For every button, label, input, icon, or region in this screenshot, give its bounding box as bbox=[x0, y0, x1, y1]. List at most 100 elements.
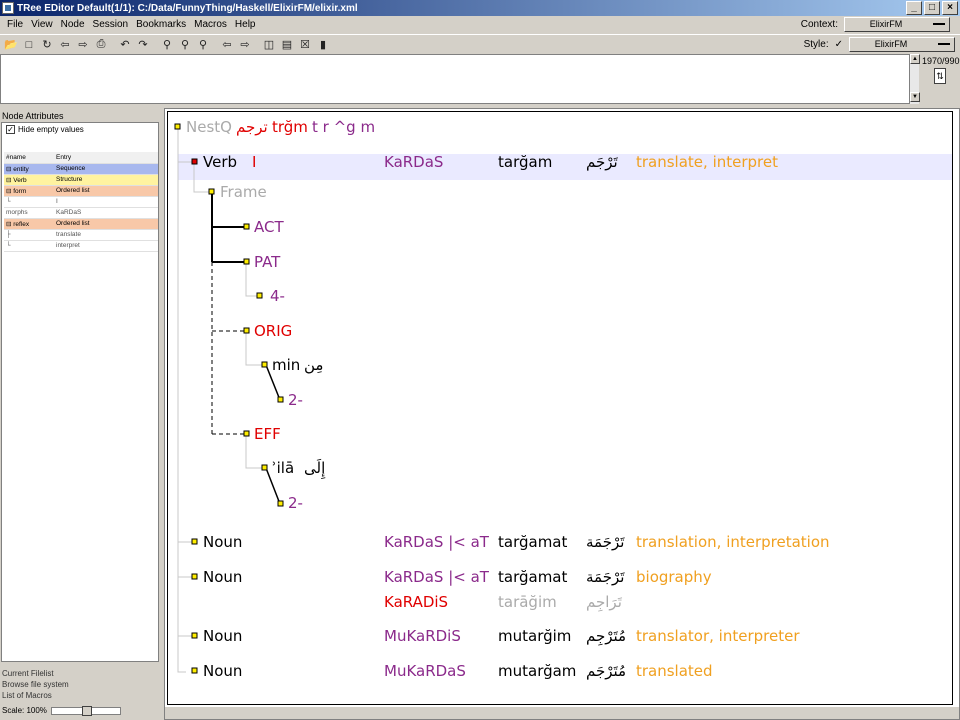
attr-entry: Structure bbox=[54, 174, 158, 186]
close-button[interactable]: × bbox=[942, 1, 958, 15]
tree-view[interactable]: NestQ ترجم trğm t r ^g m Verb I KaRDaS t… bbox=[164, 108, 960, 720]
orig-index[interactable]: 2- bbox=[288, 391, 303, 409]
table-row[interactable]: ⊟ form Ordered list bbox=[4, 185, 158, 197]
root-label[interactable]: NestQ bbox=[186, 118, 232, 136]
noun-gloss: translation, interpretation bbox=[636, 533, 830, 551]
table-row[interactable]: ⊟ Verb Structure bbox=[4, 174, 158, 186]
panel-title: Node Attributes bbox=[2, 111, 64, 121]
close-view-icon[interactable]: ☒ bbox=[296, 36, 314, 54]
orig-label[interactable]: ORIG bbox=[254, 322, 292, 340]
style-value: ElixirFM bbox=[874, 38, 908, 49]
text-scrollbar[interactable]: ▲ ▼ bbox=[909, 54, 920, 104]
menu-session[interactable]: Session bbox=[89, 19, 133, 30]
act-label[interactable]: ACT bbox=[254, 218, 284, 236]
min-arabic: مِن bbox=[304, 356, 324, 374]
attr-name: ├ bbox=[4, 229, 54, 241]
noun-pattern: MuKaRDaS bbox=[384, 662, 466, 680]
scroll-down-icon[interactable]: ▼ bbox=[910, 92, 920, 102]
min-latin[interactable]: min bbox=[272, 356, 300, 374]
frame-label[interactable]: Frame bbox=[220, 183, 267, 201]
split-horizontal-icon[interactable]: ▤ bbox=[278, 36, 296, 54]
attr-entry: I bbox=[54, 196, 158, 208]
noun-label[interactable]: Noun bbox=[203, 627, 242, 645]
horizontal-scrollbar[interactable] bbox=[165, 707, 959, 719]
prev-tree-icon[interactable]: ⇦ bbox=[218, 36, 236, 54]
hide-empty-checkbox[interactable]: ✓ Hide empty values bbox=[2, 123, 158, 136]
root-arabic: ترجم bbox=[236, 118, 268, 136]
verb-gloss: translate, interpret bbox=[636, 153, 778, 171]
eff-label[interactable]: EFF bbox=[254, 425, 281, 443]
attr-name: #name bbox=[4, 152, 54, 164]
next-tree-icon[interactable]: ⇨ bbox=[236, 36, 254, 54]
undo-icon[interactable]: ↶ bbox=[116, 36, 134, 54]
attr-name: morphs bbox=[4, 207, 54, 219]
prev-file-icon[interactable]: ⇦ bbox=[56, 36, 74, 54]
attr-entry: translate bbox=[54, 229, 158, 241]
print-icon[interactable]: ⎙ bbox=[92, 36, 110, 54]
noun-label[interactable]: Noun bbox=[203, 568, 242, 586]
style-combo[interactable]: ElixirFM bbox=[849, 36, 955, 52]
minimize-button[interactable]: _ bbox=[906, 1, 922, 15]
verb-label[interactable]: Verb bbox=[203, 153, 237, 171]
panel-links: Current Filelist Browse file system List… bbox=[2, 668, 69, 701]
attr-entry: Entry bbox=[54, 152, 158, 164]
scale-slider[interactable] bbox=[50, 705, 121, 716]
noun-translit: tarğamat bbox=[498, 533, 568, 551]
noun-translit: mutarğam bbox=[498, 662, 577, 680]
ila-latin[interactable]: ʾilā bbox=[272, 459, 294, 477]
style-label: Style: bbox=[803, 38, 829, 50]
menu-help[interactable]: Help bbox=[231, 19, 260, 30]
context-combo[interactable]: ElixirFM bbox=[844, 17, 950, 32]
open-file-icon[interactable]: 📂 bbox=[2, 36, 20, 54]
checkmark-icon[interactable]: ✓ bbox=[835, 39, 843, 50]
current-filelist-link[interactable]: Current Filelist bbox=[2, 668, 69, 679]
browse-file-system-link[interactable]: Browse file system bbox=[2, 679, 69, 690]
table-row[interactable]: └ I bbox=[4, 196, 158, 208]
tree-jump-icon[interactable]: ⇅ bbox=[934, 68, 946, 84]
lock-icon[interactable]: ▮ bbox=[314, 36, 332, 54]
context-label: Context: bbox=[800, 19, 838, 30]
context-value: ElixirFM bbox=[869, 19, 903, 29]
list-of-macros-link[interactable]: List of Macros bbox=[2, 690, 69, 701]
pat-index[interactable]: 4- bbox=[270, 287, 285, 305]
dropdown-icon bbox=[933, 23, 945, 25]
scroll-up-icon[interactable]: ▲ bbox=[910, 54, 920, 64]
checkbox-checked-icon[interactable]: ✓ bbox=[6, 125, 15, 134]
plural-translit: tarāğim bbox=[498, 593, 557, 611]
eff-index[interactable]: 2- bbox=[288, 494, 303, 512]
save-icon[interactable]: □ bbox=[20, 36, 38, 54]
table-row[interactable]: └ interpret bbox=[4, 240, 158, 252]
noun-pattern: KaRDaS |< aT bbox=[384, 568, 489, 586]
redo-icon[interactable]: ↷ bbox=[134, 36, 152, 54]
menu-view[interactable]: View bbox=[27, 19, 57, 30]
pat-label[interactable]: PAT bbox=[254, 253, 280, 271]
context-selector: Context: ElixirFM bbox=[801, 16, 950, 33]
menu-node[interactable]: Node bbox=[57, 19, 89, 30]
slider-thumb[interactable] bbox=[81, 705, 92, 716]
table-row[interactable]: ⊟ entity Sequence bbox=[4, 163, 158, 175]
maximize-button[interactable]: □ bbox=[924, 1, 940, 15]
table-row[interactable]: ⊟ reflex Ordered list bbox=[4, 218, 158, 230]
attr-entry: interpret bbox=[54, 240, 158, 252]
menu-bookmarks[interactable]: Bookmarks bbox=[132, 19, 190, 30]
next-file-icon[interactable]: ⇨ bbox=[74, 36, 92, 54]
table-row[interactable]: ├ translate bbox=[4, 229, 158, 241]
scroll-track[interactable] bbox=[910, 64, 919, 92]
attr-name: ⊟ reflex bbox=[4, 218, 54, 230]
menu-macros[interactable]: Macros bbox=[190, 19, 231, 30]
attr-entry: Ordered list bbox=[54, 185, 158, 197]
noun-label[interactable]: Noun bbox=[203, 533, 242, 551]
search-icon[interactable]: ⚲ bbox=[158, 36, 176, 54]
noun-label[interactable]: Noun bbox=[203, 662, 242, 680]
scale-control: Scale: 100% bbox=[2, 705, 121, 716]
sentence-text-pane[interactable] bbox=[0, 54, 910, 104]
table-row[interactable]: #name Entry bbox=[4, 152, 158, 164]
tree-canvas[interactable]: NestQ ترجم trğm t r ^g m Verb I KaRDaS t… bbox=[167, 111, 953, 705]
noun-gloss: biography bbox=[636, 568, 712, 586]
search-prev-icon[interactable]: ⚲ bbox=[194, 36, 212, 54]
menu-file[interactable]: File bbox=[3, 19, 27, 30]
reload-icon[interactable]: ↻ bbox=[38, 36, 56, 54]
search-next-icon[interactable]: ⚲ bbox=[176, 36, 194, 54]
table-row[interactable]: morphs KaRDaS bbox=[4, 207, 158, 219]
split-vertical-icon[interactable]: ◫ bbox=[260, 36, 278, 54]
